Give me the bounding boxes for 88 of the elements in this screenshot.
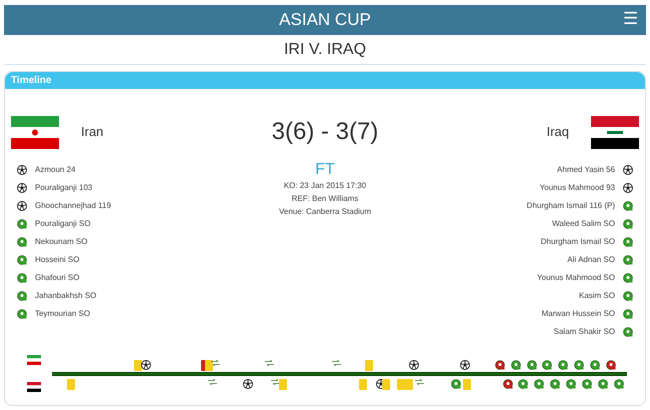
scored-penalty-icon [17, 309, 27, 319]
match-info: Venue: Canberra Stadium [278, 206, 372, 218]
scored-penalty-icon [623, 237, 633, 247]
scored-penalty-icon [17, 291, 27, 301]
match-info: KO: 23 Jan 2015 17:30 [284, 180, 366, 192]
event-text: Ahmed Yasin 56 [557, 164, 615, 176]
app-title: ASIAN CUP [279, 9, 371, 32]
substitution-icon [208, 379, 217, 385]
match-info: REF: Ben Williams [292, 193, 358, 205]
scored-penalty-icon [451, 379, 461, 389]
football-icon [460, 360, 470, 370]
scored-penalty-icon [518, 379, 528, 389]
substitution-icon [415, 379, 424, 385]
substitution-icon [332, 360, 341, 366]
event-text: Jahanbakhsh SO [35, 290, 96, 302]
booking-card-icon [134, 360, 142, 371]
flag-icon [27, 382, 41, 392]
football-icon [17, 165, 27, 175]
scored-penalty-icon [623, 201, 633, 211]
football-icon [623, 165, 633, 175]
menu-button[interactable]: ☰ [623, 9, 638, 29]
substitution-icon [271, 379, 280, 385]
event-text: Dhurgham Ismail SO [540, 236, 615, 248]
substitution-icon [265, 360, 274, 366]
scored-penalty-icon [550, 379, 560, 389]
scored-penalty-icon [623, 219, 633, 229]
event-text: Younus Mahmood SO [537, 272, 615, 284]
booking-card-icon [382, 379, 390, 390]
event-text: Nekounam SO [35, 236, 88, 248]
scored-penalty-icon [582, 379, 592, 389]
scored-penalty-icon [566, 379, 576, 389]
football-icon [17, 201, 27, 211]
match-title: IRI V. IRAQ [284, 40, 366, 60]
scored-penalty-icon [574, 360, 584, 370]
booking-card-icon [365, 360, 373, 371]
scored-penalty-icon [534, 379, 544, 389]
football-icon [409, 360, 419, 370]
booking-card-icon [67, 379, 75, 390]
football-icon [243, 379, 253, 389]
booking-card-icon [279, 379, 287, 390]
event-text: Azmoun 24 [35, 164, 76, 176]
scored-penalty-icon [623, 255, 633, 265]
scored-penalty-icon [17, 255, 27, 265]
scored-penalty-icon [542, 360, 552, 370]
team-name: Iran [81, 123, 104, 142]
scored-penalty-icon [17, 219, 27, 229]
missed-penalty-icon [495, 360, 505, 370]
scored-penalty-icon [17, 273, 27, 283]
scored-penalty-icon [590, 360, 600, 370]
scored-penalty-icon [17, 237, 27, 247]
scored-penalty-icon [558, 360, 568, 370]
event-text: Ali Adnan SO [567, 254, 615, 266]
event-text: Waleed Salim SO [552, 218, 615, 230]
football-icon [623, 183, 633, 193]
event-text: Salam Shakir SO [554, 326, 615, 338]
football-icon [17, 183, 27, 193]
scored-penalty-icon [623, 309, 633, 319]
scored-penalty-icon [623, 291, 633, 301]
event-text: Kasim SO [578, 290, 615, 302]
football-icon [141, 360, 151, 370]
match-status: FT [315, 161, 335, 179]
panel-title: Timeline [11, 74, 52, 88]
flag-icon [591, 116, 639, 148]
event-text: Ghafouri SO [35, 272, 80, 284]
event-text: Ghoochannejhad 119 [35, 200, 111, 212]
event-text: Dhurgham Ismail 116 (P) [526, 200, 615, 212]
substitution-icon [211, 360, 220, 366]
missed-penalty-icon [606, 360, 616, 370]
event-text: Marwan Hussein SO [542, 308, 615, 320]
event-text: Teymourian SO [35, 308, 90, 320]
flag-icon [11, 116, 59, 148]
event-text: Younus Mahmood 93 [540, 182, 615, 194]
score: 3(6) - 3(7) [270, 117, 380, 147]
scored-penalty-icon [527, 360, 537, 370]
scored-penalty-icon [598, 379, 608, 389]
scored-penalty-icon [623, 327, 633, 337]
team-name: Iraq [546, 123, 569, 142]
missed-penalty-icon [503, 379, 513, 389]
booking-card-icon [463, 379, 471, 390]
event-text: Pouraliganji 103 [35, 182, 92, 194]
event-text: Hosseini SO [35, 254, 80, 266]
booking-card-icon [205, 360, 213, 371]
flag-icon [27, 355, 41, 365]
event-text: Pouraliganji SO [35, 218, 91, 230]
scored-penalty-icon [614, 379, 624, 389]
scored-penalty-icon [511, 360, 521, 370]
scored-penalty-icon [623, 273, 633, 283]
booking-card-icon [359, 379, 367, 390]
